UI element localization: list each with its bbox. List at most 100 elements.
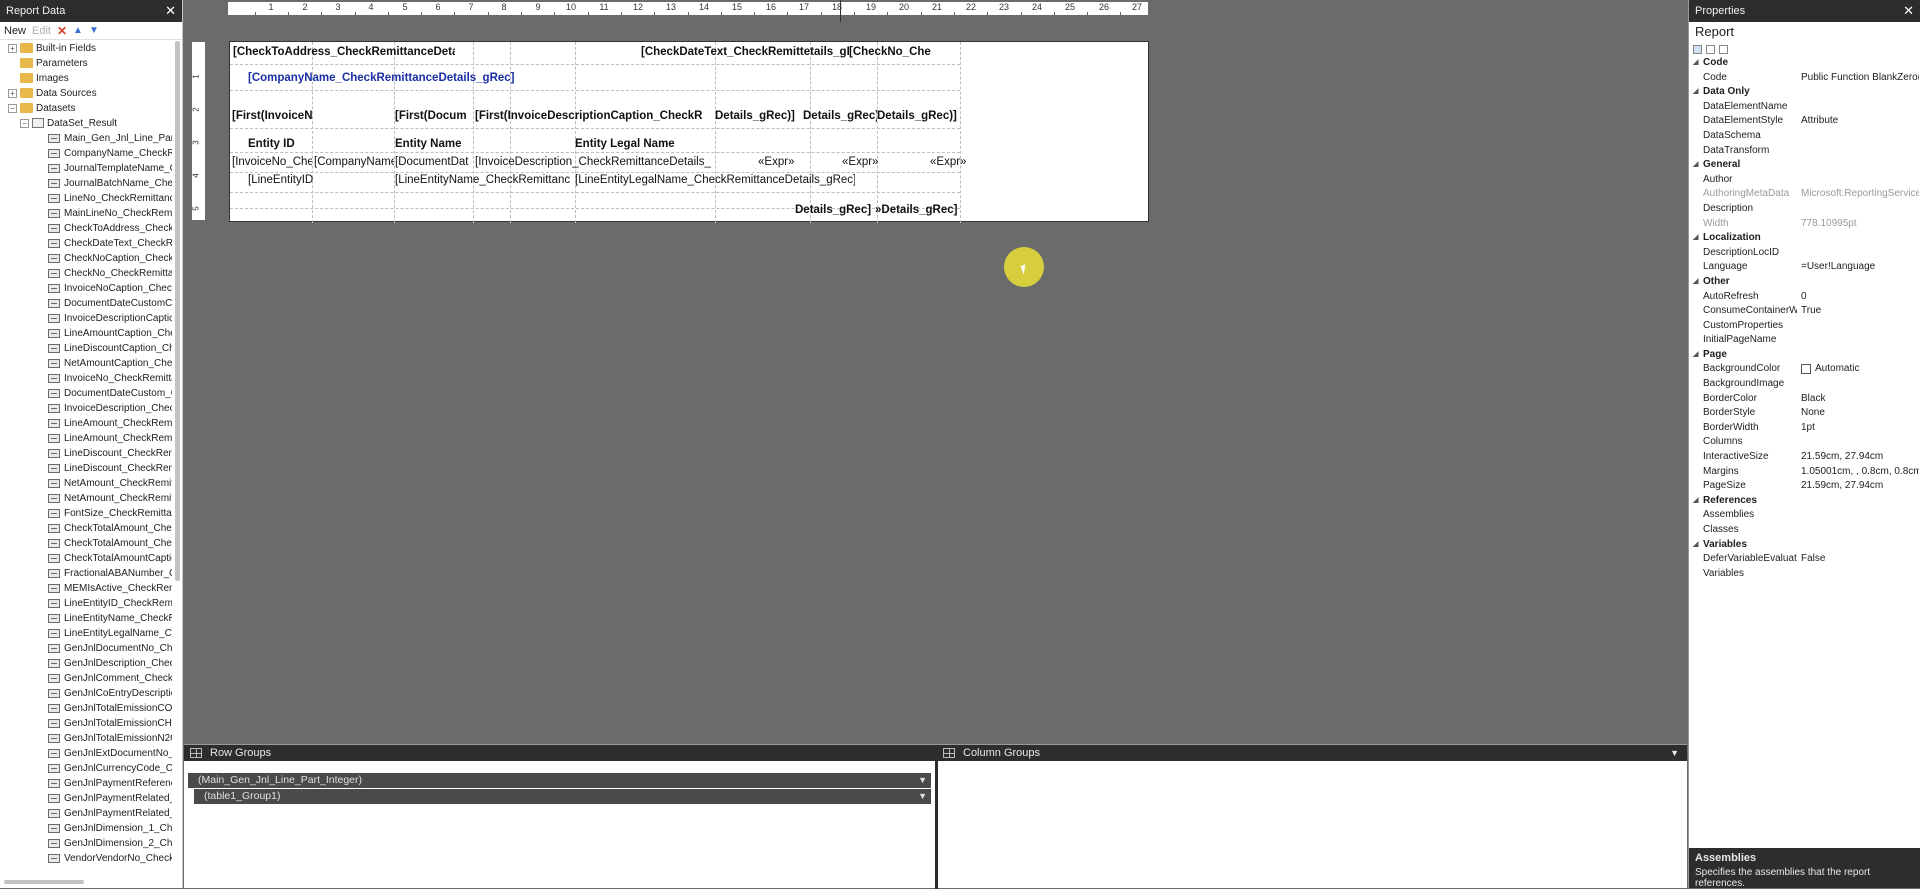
row-group-item[interactable]: (Main_Gen_Jnl_Line_Part_Integer) ▼ (188, 773, 931, 788)
report-textbox[interactable]: [LineEntityLegalName_CheckRemittanceDeta… (575, 173, 855, 187)
property-value[interactable]: Public Function BlankZero(B (1801, 72, 1919, 83)
dataset-field-item[interactable]: MEMIsActive_CheckRemi (0, 581, 172, 596)
dataset-field-item[interactable]: GenJnlDescription_Check (0, 656, 172, 671)
dataset-field-item[interactable]: LineDiscountCaption_Ch (0, 341, 172, 356)
property-row[interactable]: Author (1689, 173, 1920, 188)
property-row[interactable]: AutoRefresh 0 (1689, 290, 1920, 305)
property-value-cell[interactable]: Attribute (1801, 114, 1919, 129)
property-row[interactable]: DeferVariableEvaluati False (1689, 552, 1920, 567)
property-value[interactable]: False (1801, 553, 1825, 564)
dataset-field-item[interactable]: GenJnlComment_CheckR (0, 671, 172, 686)
dataset-field-item[interactable]: CheckTotalAmountCaptic (0, 551, 172, 566)
dataset-field-item[interactable]: LineAmount_CheckRemit (0, 431, 172, 446)
property-category[interactable]: ◢ Localization (1689, 231, 1920, 246)
property-category[interactable]: ◢ Page (1689, 348, 1920, 363)
collapse-icon[interactable]: ◢ (1693, 231, 1698, 246)
categorized-icon[interactable] (1693, 44, 1702, 54)
property-row[interactable]: DataTransform (1689, 144, 1920, 159)
chevron-down-icon[interactable]: ▼ (918, 789, 927, 804)
dataset-field-item[interactable]: GenJnlTotalEmissionCH4 (0, 716, 172, 731)
dataset-item[interactable]: − DataSet_Result (0, 116, 172, 131)
dataset-field-item[interactable]: GenJnlPaymentRelated_2 (0, 806, 172, 821)
selected-object-name[interactable]: Report (1689, 22, 1920, 42)
property-value-cell[interactable]: 21.59cm, 27.94cm (1801, 450, 1919, 465)
property-value-cell[interactable]: Black (1801, 392, 1919, 407)
property-value-cell[interactable]: False (1801, 552, 1919, 567)
property-row[interactable]: Classes (1689, 523, 1920, 538)
dataset-field-item[interactable]: LineDiscount_CheckRemi (0, 461, 172, 476)
collapse-icon[interactable]: − (20, 118, 29, 128)
property-value-cell[interactable]: 1.05001cm, , 0.8cm, 0.8cm (1801, 465, 1919, 480)
property-value-cell[interactable]: True (1801, 304, 1919, 319)
property-value[interactable]: 21.59cm, 27.94cm (1801, 451, 1883, 462)
property-value[interactable]: Microsoft.ReportingServices. (1801, 188, 1919, 199)
report-textbox[interactable]: »Details_gRec] (875, 203, 959, 217)
dataset-field-item[interactable]: FontSize_CheckRemittan (0, 506, 172, 521)
property-value[interactable]: True (1801, 305, 1821, 316)
dataset-field-item[interactable]: JournalBatchName_Chec (0, 176, 172, 191)
close-icon[interactable]: ✕ (165, 0, 176, 22)
property-row[interactable]: ConsumeContainerW True (1689, 304, 1920, 319)
report-textbox[interactable]: Details_gRec)] (715, 109, 803, 123)
edit-button[interactable]: Edit (32, 25, 51, 37)
dataset-field-item[interactable]: MainLineNo_CheckRemit (0, 206, 172, 221)
property-value-cell[interactable]: Public Function BlankZero(B (1801, 71, 1919, 86)
property-row[interactable]: BorderWidth 1pt (1689, 421, 1920, 436)
property-category[interactable]: ◢ References (1689, 494, 1920, 509)
dataset-field-item[interactable]: CheckTotalAmount_Chec (0, 536, 172, 551)
move-down-icon[interactable]: ▼ (89, 25, 99, 36)
collapse-icon[interactable]: ◢ (1693, 494, 1698, 509)
report-textbox[interactable]: [CompanyName (314, 155, 394, 169)
property-value-cell[interactable]: =User!Language (1801, 260, 1919, 275)
tree-folder-item[interactable]: Images (0, 71, 172, 86)
tree-folder-item[interactable]: − Datasets (0, 101, 172, 116)
property-row[interactable]: PageSize 21.59cm, 27.94cm (1689, 479, 1920, 494)
alphabetical-icon[interactable] (1706, 44, 1715, 54)
dataset-field-item[interactable]: NetAmount_CheckRemitt (0, 491, 172, 506)
property-row[interactable]: InitialPageName (1689, 333, 1920, 348)
collapse-icon[interactable]: ◢ (1693, 85, 1698, 100)
property-value[interactable]: 778.10995pt (1801, 218, 1857, 229)
dataset-field-item[interactable]: VendorVendorNo_Check (0, 851, 172, 866)
dataset-field-item[interactable]: FractionalABANumber_C (0, 566, 172, 581)
vertical-scrollbar[interactable] (175, 41, 180, 581)
dataset-field-item[interactable]: LineAmountCaption_Che (0, 326, 172, 341)
dataset-field-item[interactable]: GenJnlDimension_2_Che (0, 836, 172, 851)
dataset-field-item[interactable]: InvoiceNo_CheckRemitta (0, 371, 172, 386)
dataset-field-item[interactable]: LineEntityLegalName_Ch (0, 626, 172, 641)
property-category[interactable]: ◢ General (1689, 158, 1920, 173)
dataset-field-item[interactable]: GenJnlCoEntryDescriptio (0, 686, 172, 701)
property-row[interactable]: DescriptionLocID (1689, 246, 1920, 261)
dataset-field-item[interactable]: GenJnlDimension_1_Che (0, 821, 172, 836)
dataset-field-item[interactable]: LineNo_CheckRemittanc (0, 191, 172, 206)
dataset-field-item[interactable]: GenJnlExtDocumentNo_C (0, 746, 172, 761)
property-value-cell[interactable]: Automatic (1801, 362, 1919, 377)
report-textbox[interactable]: [First(InvoiceN (232, 109, 312, 123)
property-value[interactable]: Black (1801, 393, 1825, 404)
dataset-field-item[interactable]: GenJnlCurrencyCode_Ch (0, 761, 172, 776)
collapse-icon[interactable]: ◢ (1693, 538, 1698, 553)
property-row[interactable]: BackgroundImage (1689, 377, 1920, 392)
dataset-field-item[interactable]: CompanyName_CheckRe (0, 146, 172, 161)
property-row[interactable]: Language =User!Language (1689, 260, 1920, 275)
chevron-down-icon[interactable]: ▼ (918, 773, 927, 788)
collapse-icon[interactable]: − (8, 103, 17, 113)
property-row[interactable]: CustomProperties (1689, 319, 1920, 334)
property-row[interactable]: Assemblies (1689, 508, 1920, 523)
property-value[interactable]: None (1801, 407, 1825, 418)
move-up-icon[interactable]: ▲ (73, 25, 83, 36)
report-textbox[interactable]: [DocumentDat (395, 155, 475, 169)
dataset-field-item[interactable]: GenJnlTotalEmissionCO2 (0, 701, 172, 716)
dataset-field-item[interactable]: LineEntityID_CheckRemit (0, 596, 172, 611)
property-category[interactable]: ◢ Data Only (1689, 85, 1920, 100)
dataset-field-item[interactable]: LineAmount_CheckRemit (0, 416, 172, 431)
close-icon[interactable]: ✕ (1903, 0, 1914, 22)
dataset-field-item[interactable]: GenJnlPaymentRelated_1 (0, 791, 172, 806)
dataset-field-item[interactable]: JournalTemplateName_C (0, 161, 172, 176)
report-textbox[interactable]: Entity Legal Name (575, 137, 715, 151)
dataset-field-item[interactable]: GenJnlTotalEmissionN2C (0, 731, 172, 746)
property-row[interactable]: BorderColor Black (1689, 392, 1920, 407)
property-value[interactable]: 1.05001cm, , 0.8cm, 0.8cm (1801, 466, 1919, 477)
tree-folder-item[interactable]: Parameters (0, 56, 172, 71)
property-value-cell[interactable]: Microsoft.ReportingServices. (1801, 187, 1919, 202)
